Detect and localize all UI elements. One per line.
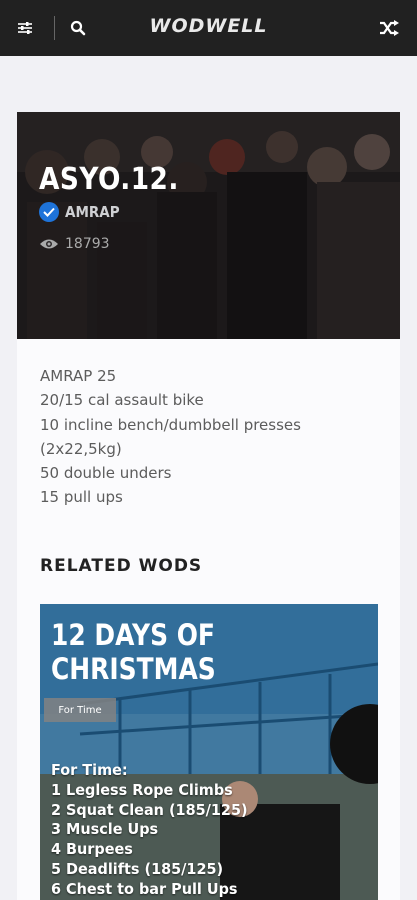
eye-icon [40, 239, 58, 249]
description-line: AMRAP 25 [40, 367, 117, 385]
movement-line: For Time: [51, 761, 128, 779]
movement-line: 1 Legless Rope Climbs [51, 780, 233, 799]
related-wods-heading: RELATED WODS [40, 556, 203, 576]
description-line: 15 pull ups [40, 488, 123, 507]
related-type-badge: For Time [44, 698, 116, 722]
description-line: 20/15 cal assault bike [40, 391, 204, 410]
views-count: 18793 [39, 236, 110, 252]
workout-type-label: AMRAP [65, 203, 120, 221]
movement-line: 5 Deadlifts (185/125) [51, 859, 224, 878]
views-value: 18793 [65, 236, 110, 252]
movement-line: 6 Chest to bar Pull Ups [51, 879, 238, 898]
workout-description: AMRAP 25 20/15 cal assault bike 10 incli… [40, 364, 380, 510]
top-bar: WODWELL [0, 0, 417, 56]
related-card-movements: For Time: 1 Legless Rope Climbs 2 Squat … [51, 761, 248, 900]
related-card-title: 12 DAYS OF CHRISTMAS [51, 618, 216, 686]
description-line: 10 incline bench/dumbbell presses [40, 415, 301, 434]
workout-type: AMRAP [39, 202, 126, 222]
verified-check-icon [39, 202, 59, 222]
workout-title: ASYO.12. [39, 162, 179, 197]
related-title-line: 12 DAYS OF [51, 618, 215, 652]
movement-line: 2 Squat Clean (185/125) [51, 800, 248, 819]
shuffle-icon[interactable] [377, 16, 401, 40]
movement-line: 4 Burpees [51, 840, 133, 859]
description-line: (2x22,5kg) [40, 439, 122, 458]
related-wod-card[interactable]: 12 DAYS OF CHRISTMAS For Time For Time: … [40, 604, 378, 900]
crowd-photo [17, 112, 400, 339]
app-logo[interactable]: WODWELL [0, 15, 417, 37]
related-title-line: CHRISTMAS [51, 652, 216, 686]
description-line: 50 double unders [40, 464, 172, 483]
workout-hero: ASYO.12. AMRAP 18793 [17, 112, 400, 339]
movement-line: 3 Muscle Ups [51, 820, 159, 839]
